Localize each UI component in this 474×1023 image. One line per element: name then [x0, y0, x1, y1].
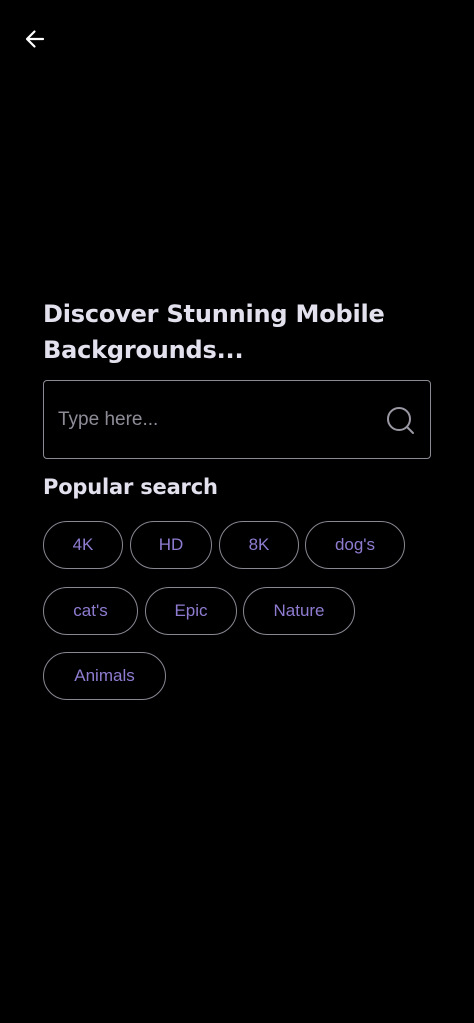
chip-4k[interactable]: 4K	[43, 521, 123, 569]
chip-animals[interactable]: Animals	[43, 652, 166, 700]
arrow-left-icon	[25, 30, 45, 48]
chip-cats[interactable]: cat's	[43, 587, 138, 635]
popular-search-title: Popular search	[43, 475, 218, 499]
chip-epic[interactable]: Epic	[145, 587, 237, 635]
page-title-line-1: Discover Stunning Mobile	[43, 300, 385, 328]
page-title-line-2: Backgrounds...	[43, 336, 244, 364]
search-icon[interactable]	[386, 406, 416, 436]
chip-dogs[interactable]: dog's	[305, 521, 405, 569]
chip-hd[interactable]: HD	[130, 521, 212, 569]
search-box	[43, 380, 431, 459]
back-button[interactable]	[18, 22, 52, 56]
chip-nature[interactable]: Nature	[243, 587, 355, 635]
search-input[interactable]	[58, 381, 368, 458]
chip-8k[interactable]: 8K	[219, 521, 299, 569]
page-title: Discover Stunning Mobile Backgrounds...	[43, 296, 443, 368]
